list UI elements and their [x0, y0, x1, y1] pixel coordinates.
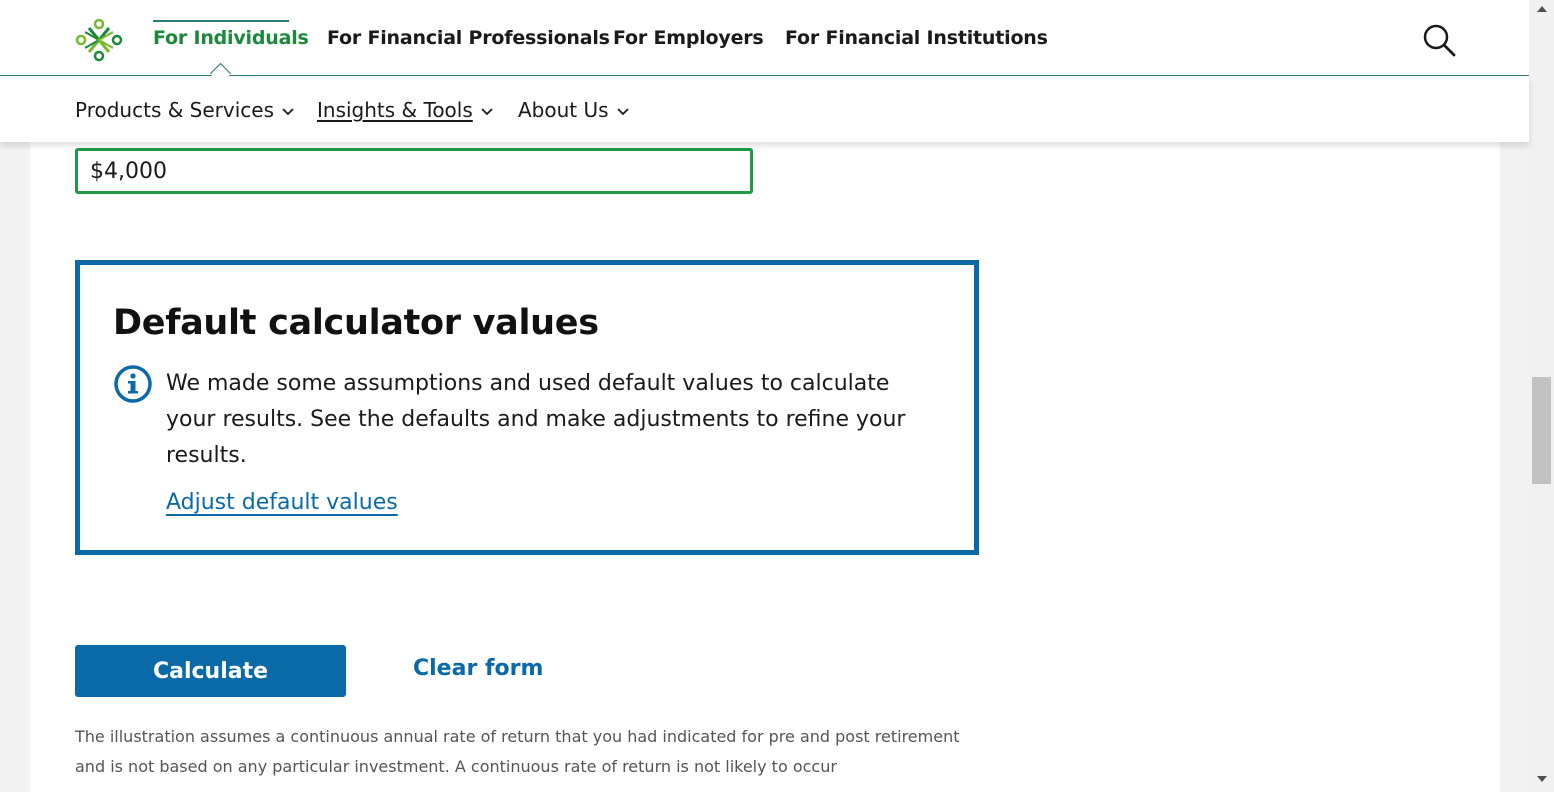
page: For Individuals For Financial Profession…: [0, 0, 1554, 792]
search-icon[interactable]: [1421, 22, 1457, 58]
default-values-panel: Default calculator values We made some a…: [75, 260, 979, 555]
sub-nav-insights-tools[interactable]: Insights & Tools: [317, 98, 493, 122]
adjust-default-values-link[interactable]: Adjust default values: [166, 490, 398, 515]
sub-nav-about-us[interactable]: About Us: [518, 98, 629, 122]
tab-for-individuals[interactable]: For Individuals: [153, 27, 309, 49]
logo-icon[interactable]: [75, 18, 123, 62]
clear-form-link[interactable]: Clear form: [413, 656, 543, 681]
calculate-button[interactable]: Calculate: [75, 645, 346, 697]
top-navigation: For Individuals For Financial Profession…: [0, 0, 1529, 76]
sub-navigation: Products & Services Insights & Tools Abo…: [0, 76, 1529, 142]
chevron-down-icon: [616, 107, 629, 115]
sub-nav-label: About Us: [518, 98, 609, 122]
default-values-description: We made some assumptions and used defaul…: [166, 371, 906, 468]
disclaimer-text: The illustration assumes a continuous an…: [75, 727, 960, 776]
chevron-down-icon: [481, 107, 493, 115]
sub-nav-products-services[interactable]: Products & Services: [75, 98, 294, 122]
sub-nav-label: Products & Services: [75, 98, 275, 122]
active-tab-indicator: [153, 20, 289, 22]
default-values-title: Default calculator values: [113, 303, 599, 343]
tab-for-financial-professionals[interactable]: For Financial Professionals: [327, 27, 610, 49]
tab-for-financial-institutions[interactable]: For Financial Institutions: [785, 27, 1048, 49]
amount-input[interactable]: [75, 148, 753, 194]
info-icon: [114, 365, 152, 403]
chevron-down-icon: [282, 107, 294, 115]
tab-for-employers[interactable]: For Employers: [613, 27, 764, 49]
sub-nav-label: Insights & Tools: [317, 98, 473, 122]
scroll-up-arrow-icon[interactable]: [1537, 6, 1547, 12]
scroll-down-arrow-icon[interactable]: [1537, 776, 1547, 782]
scrollbar-thumb[interactable]: [1532, 377, 1551, 484]
